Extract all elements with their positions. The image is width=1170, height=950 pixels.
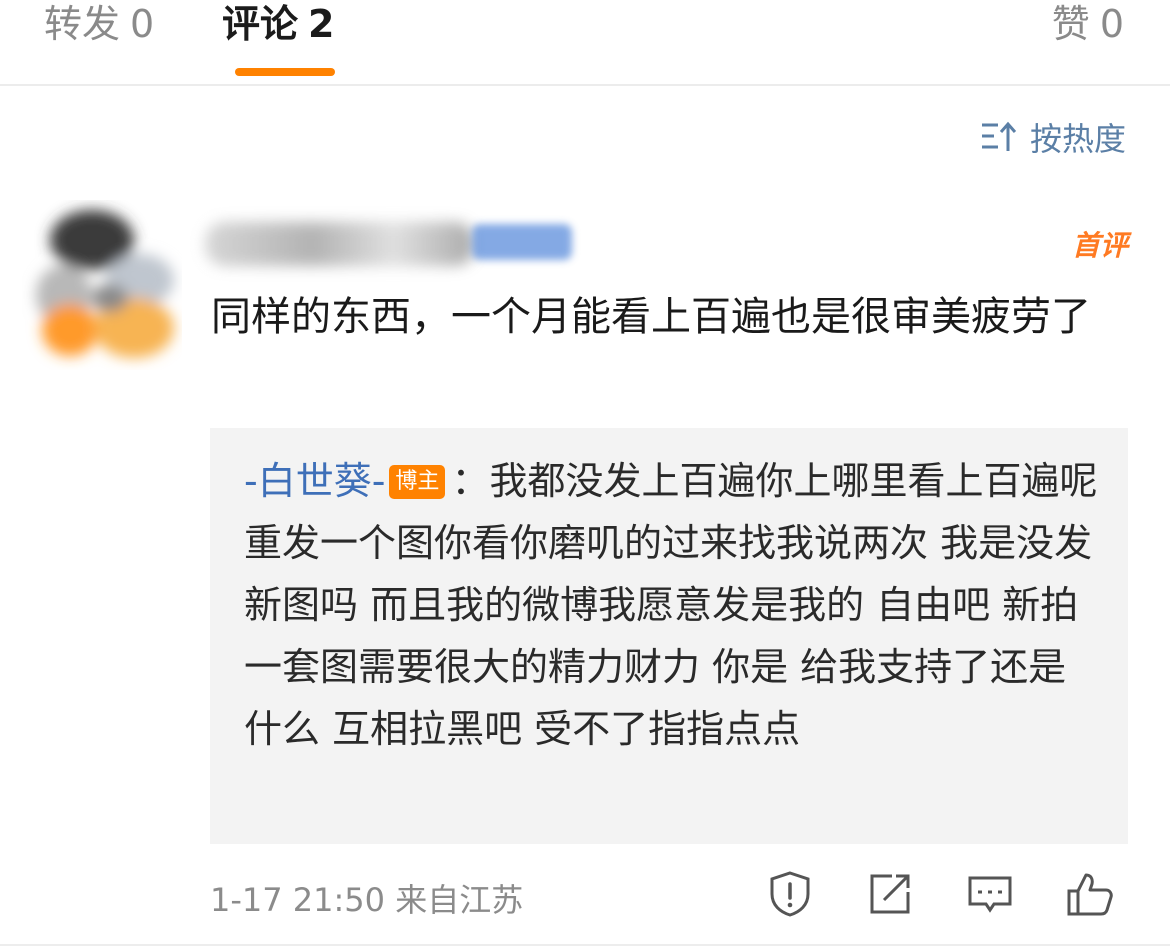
tab-like-count: 0: [1099, 2, 1124, 46]
reply-separator: ：: [451, 459, 490, 503]
report-icon[interactable]: [766, 870, 814, 918]
comment-meta: 1-17 21:50 来自江苏: [210, 875, 523, 921]
repost-icon[interactable]: [866, 870, 914, 918]
reply-box[interactable]: -白世葵- 博主 ：我都没发上百遍你上哪里看上百遍呢 重发一个图你看你磨叽的过来找我…: [210, 428, 1128, 844]
comment-time: 1-17 21:50: [210, 881, 386, 919]
tab-comment-label: 评论: [222, 2, 299, 46]
comments-page: 转发 0 评论 2 赞0 按热度 首评 同样的东西，一个月能看上百遍也是很审美疲…: [0, 0, 1170, 950]
user-badge-blurred: [472, 224, 572, 260]
tab-repost-count: 0: [130, 2, 155, 46]
tab-repost-label: 转发: [44, 2, 121, 46]
tab-like-label: 赞: [1051, 2, 1090, 46]
username-blurred[interactable]: [205, 222, 475, 266]
sort-by-hot-button[interactable]: 按热度: [980, 115, 1126, 159]
tab-comment[interactable]: 评论 2: [222, 0, 334, 48]
like-icon[interactable]: [1066, 870, 1114, 918]
tab-like[interactable]: 赞0: [1052, 0, 1124, 48]
active-tab-indicator: [235, 68, 335, 76]
comment-icon[interactable]: [966, 870, 1014, 918]
avatar[interactable]: [22, 200, 182, 370]
comment-actions: [766, 870, 1126, 920]
tab-repost[interactable]: 转发 0: [44, 0, 154, 48]
reply-author-link[interactable]: -白世葵-: [244, 459, 385, 503]
tab-comment-count: 2: [308, 2, 335, 46]
blogger-badge: 博主: [389, 465, 446, 499]
reply-content: -白世葵- 博主 ：我都没发上百遍你上哪里看上百遍呢 重发一个图你看你磨叽的过来找我…: [244, 450, 1104, 760]
comment-location: 来自江苏: [395, 881, 524, 919]
tab-bar: 转发 0 评论 2 赞0: [0, 0, 1170, 86]
divider: [0, 944, 1170, 946]
comment-text: 同样的东西，一个月能看上百遍也是很审美疲劳了: [211, 294, 1091, 340]
sort-icon: [981, 121, 1017, 151]
first-comment-tag: 首评: [1071, 229, 1128, 262]
sort-label: 按热度: [1029, 120, 1126, 158]
